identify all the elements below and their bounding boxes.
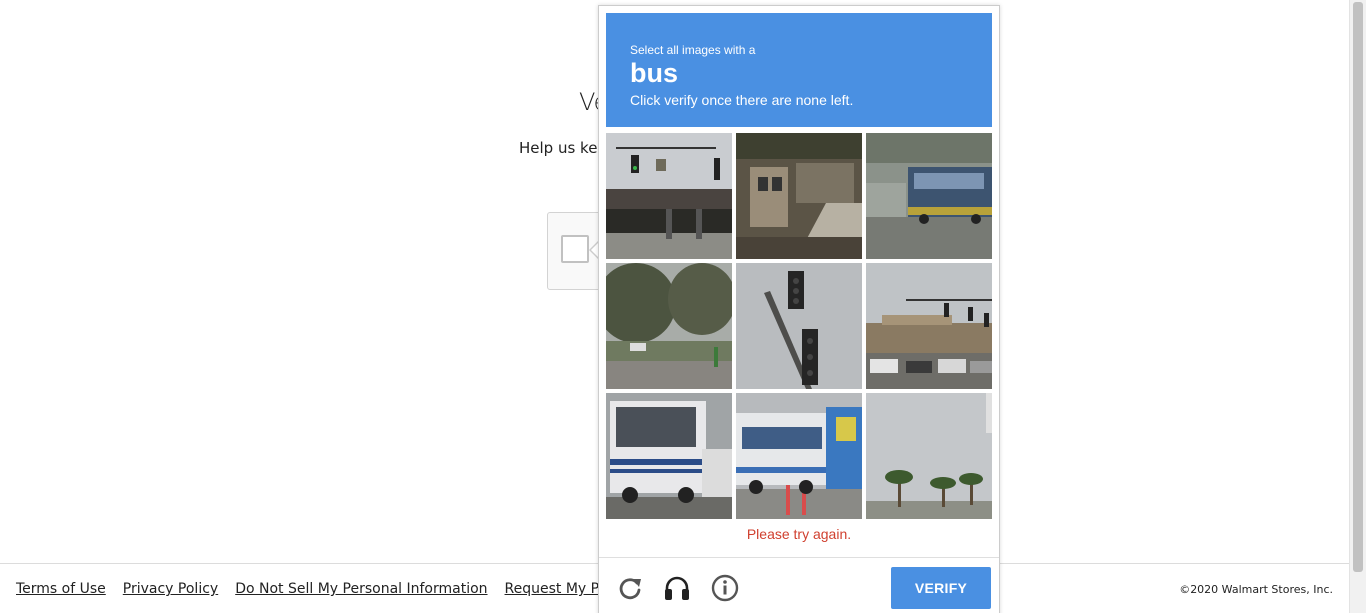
image-tile[interactable] [736,263,862,389]
vertical-scrollbar[interactable] [1349,0,1366,613]
info-icon[interactable] [710,573,740,603]
do-not-sell-link[interactable]: Do Not Sell My Personal Information [235,581,487,597]
recaptcha-checkbox[interactable] [561,235,589,263]
challenge-footer-divider [599,557,999,558]
error-message: Please try again. [746,526,852,542]
verify-button[interactable]: VERIFY [891,567,991,609]
image-tile[interactable] [606,133,732,259]
challenge-keyword: bus [630,58,679,88]
instruction-subtext: Click verify once there are none left. [630,92,854,108]
challenge-header: Select all images with a bus Click verif… [606,13,992,127]
image-tile[interactable] [606,263,732,389]
privacy-policy-link[interactable]: Privacy Policy [123,581,218,597]
reload-icon[interactable] [615,573,645,603]
page-subtext: Help us kee [519,139,607,157]
image-grid [606,133,994,521]
image-tile[interactable] [736,133,862,259]
terms-of-use-link[interactable]: Terms of Use [16,581,106,597]
footer-links: Terms of Use Privacy Policy Do Not Sell … [16,581,668,597]
image-tile[interactable] [866,393,992,519]
instruction-text: Select all images with a [630,43,756,57]
headphones-icon[interactable] [662,573,692,603]
image-tile[interactable] [866,133,992,259]
image-tile[interactable] [736,393,862,519]
image-tile[interactable] [866,263,992,389]
copyright-text: ©2020 Walmart Stores, Inc. [1179,583,1333,596]
page: Ve Help us kee Terms of Use Privacy Poli… [0,0,1366,613]
scrollbar-thumb[interactable] [1353,2,1363,572]
captcha-challenge-popup: Select all images with a bus Click verif… [598,5,1000,613]
image-tile[interactable] [606,393,732,519]
